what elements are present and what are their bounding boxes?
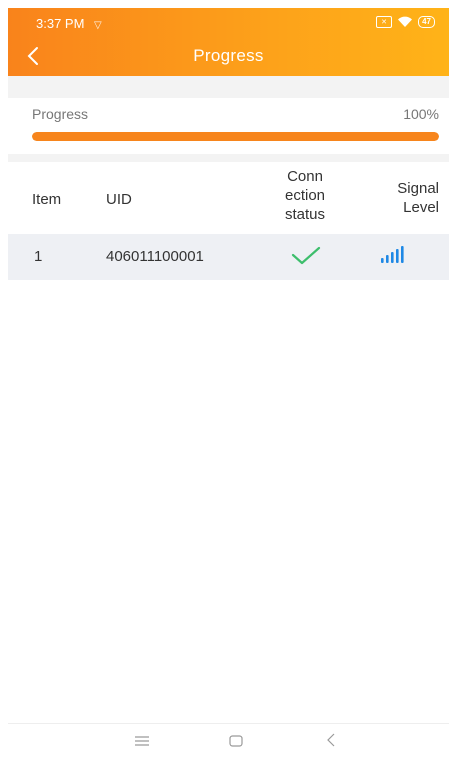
progress-bar-fill <box>32 132 439 141</box>
back-icon[interactable] <box>326 733 336 747</box>
app-screen: 3:37 PM ▽ ✕ 47 Progress Progress 100% It… <box>8 8 449 758</box>
app-header: 3:37 PM ▽ ✕ 47 Progress <box>8 8 449 76</box>
column-header-connection-status: Conn ection status <box>284 168 326 223</box>
page-title: Progress <box>193 46 264 65</box>
home-icon[interactable] <box>229 735 243 747</box>
sim-icon: ✕ <box>376 16 393 28</box>
check-icon <box>291 246 321 265</box>
divider <box>8 76 449 98</box>
column-header-signal-level: Signal Level <box>397 180 439 216</box>
wifi-small-icon: ▽ <box>94 20 102 31</box>
progress-percent: 100% <box>403 106 439 122</box>
battery-icon: 47 <box>418 16 435 28</box>
signal-bar <box>396 249 399 263</box>
progress-bar <box>32 132 439 141</box>
signal-bar <box>381 258 384 263</box>
system-nav-bar <box>8 723 449 758</box>
signal-bar <box>391 252 394 263</box>
signal-bar <box>386 255 389 263</box>
column-header-item: Item <box>32 191 62 208</box>
status-bar-icons: ✕ 47 <box>376 16 435 28</box>
status-time-text: 3:37 PM <box>36 16 85 31</box>
wifi-icon <box>397 16 413 28</box>
table-header: Item UID Conn ection status Signal Level <box>8 162 449 234</box>
progress-label: Progress <box>32 106 89 122</box>
signal-bar <box>401 246 404 263</box>
column-header-uid: UID <box>106 191 132 208</box>
cell-item: 1 <box>34 248 43 265</box>
progress-section: Progress 100% <box>8 98 449 154</box>
menu-icon[interactable] <box>134 735 150 747</box>
cell-uid: 406011100001 <box>106 248 204 265</box>
signal-strength-icon <box>381 246 404 263</box>
divider <box>8 154 449 162</box>
status-bar-time: 3:37 PM ▽ <box>36 16 102 31</box>
table-row[interactable]: 1 406011100001 <box>8 234 449 280</box>
